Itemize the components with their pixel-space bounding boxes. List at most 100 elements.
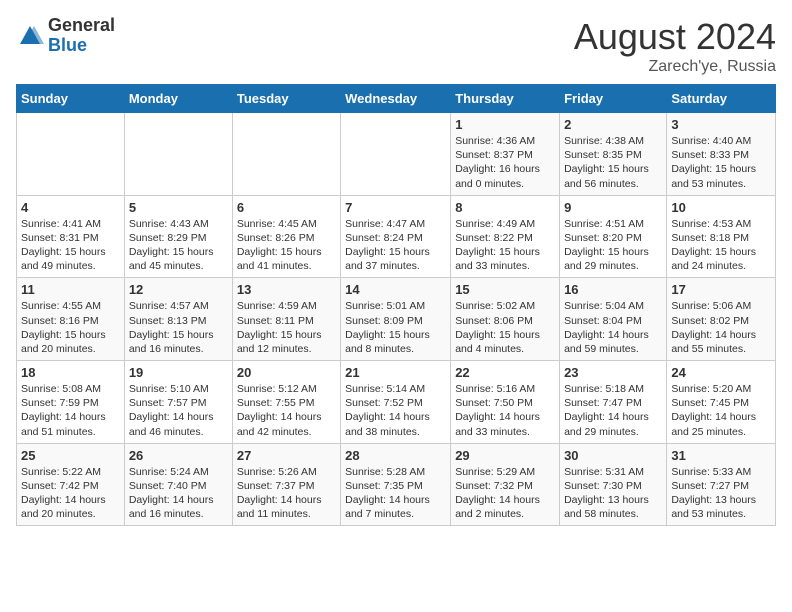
day-detail: Sunrise: 4:51 AM Sunset: 8:20 PM Dayligh… — [564, 217, 662, 274]
day-cell — [232, 113, 340, 196]
day-number: 29 — [455, 448, 555, 463]
day-detail: Sunrise: 4:47 AM Sunset: 8:24 PM Dayligh… — [345, 217, 446, 274]
logo-text: General Blue — [48, 16, 115, 56]
day-detail: Sunrise: 5:33 AM Sunset: 7:27 PM Dayligh… — [671, 465, 771, 522]
day-number: 31 — [671, 448, 771, 463]
day-cell: 11 Sunrise: 4:55 AM Sunset: 8:16 PM Dayli… — [17, 278, 125, 361]
day-number: 22 — [455, 365, 555, 380]
week-row-4: 18Sunrise: 5:08 AM Sunset: 7:59 PM Dayli… — [17, 361, 776, 444]
day-number: 17 — [671, 282, 771, 297]
day-number: 2 — [564, 117, 662, 132]
day-cell: 12 Sunrise: 4:57 AM Sunset: 8:13 PM Dayli… — [124, 278, 232, 361]
day-cell: 1 Sunrise: 4:36 AM Sunset: 8:37 PM Daylig… — [451, 113, 560, 196]
calendar-header: SundayMondayTuesdayWednesdayThursdayFrid… — [17, 85, 776, 113]
day-cell: 5Sunrise: 4:43 AM Sunset: 8:29 PM Daylig… — [124, 195, 232, 278]
day-detail: Sunrise: 5:04 AM Sunset: 8:04 PM Dayligh… — [564, 299, 662, 356]
day-cell: 6Sunrise: 4:45 AM Sunset: 8:26 PM Daylig… — [232, 195, 340, 278]
day-number: 15 — [455, 282, 555, 297]
day-cell: 8 Sunrise: 4:49 AM Sunset: 8:22 PM Daylig… — [451, 195, 560, 278]
header-day-tuesday: Tuesday — [232, 85, 340, 113]
day-cell — [17, 113, 125, 196]
day-detail: Sunrise: 4:40 AM Sunset: 8:33 PM Dayligh… — [671, 134, 771, 191]
month-year: August 2024 — [574, 16, 776, 58]
day-number: 19 — [129, 365, 228, 380]
day-number: 12 — [129, 282, 228, 297]
day-detail: Sunrise: 4:59 AM Sunset: 8:11 PM Dayligh… — [237, 299, 336, 356]
day-detail: Sunrise: 5:24 AM Sunset: 7:40 PM Dayligh… — [129, 465, 228, 522]
day-cell: 7 Sunrise: 4:47 AM Sunset: 8:24 PM Daylig… — [341, 195, 451, 278]
location: Zarech'ye, Russia — [574, 58, 776, 76]
logo-blue-text: Blue — [48, 36, 115, 56]
calendar-body: 1 Sunrise: 4:36 AM Sunset: 8:37 PM Daylig… — [17, 113, 776, 526]
day-detail: Sunrise: 5:10 AM Sunset: 7:57 PM Dayligh… — [129, 382, 228, 439]
day-cell: 13 Sunrise: 4:59 AM Sunset: 8:11 PM Dayli… — [232, 278, 340, 361]
day-number: 5 — [129, 200, 228, 215]
day-cell: 16 Sunrise: 5:04 AM Sunset: 8:04 PM Dayli… — [560, 278, 667, 361]
day-cell: 18Sunrise: 5:08 AM Sunset: 7:59 PM Dayli… — [17, 361, 125, 444]
day-cell: 21 Sunrise: 5:14 AM Sunset: 7:52 PM Dayli… — [341, 361, 451, 444]
day-cell: 15 Sunrise: 5:02 AM Sunset: 8:06 PM Dayli… — [451, 278, 560, 361]
day-cell — [124, 113, 232, 196]
day-cell: 3 Sunrise: 4:40 AM Sunset: 8:33 PM Daylig… — [667, 113, 776, 196]
day-number: 4 — [21, 200, 120, 215]
day-number: 21 — [345, 365, 446, 380]
day-number: 28 — [345, 448, 446, 463]
day-number: 8 — [455, 200, 555, 215]
day-number: 7 — [345, 200, 446, 215]
day-cell: 19 Sunrise: 5:10 AM Sunset: 7:57 PM Dayli… — [124, 361, 232, 444]
day-cell: 2 Sunrise: 4:38 AM Sunset: 8:35 PM Daylig… — [560, 113, 667, 196]
day-detail: Sunrise: 4:55 AM Sunset: 8:16 PM Dayligh… — [21, 299, 120, 356]
week-row-1: 1 Sunrise: 4:36 AM Sunset: 8:37 PM Daylig… — [17, 113, 776, 196]
day-detail: Sunrise: 5:22 AM Sunset: 7:42 PM Dayligh… — [21, 465, 120, 522]
calendar-table: SundayMondayTuesdayWednesdayThursdayFrid… — [16, 84, 776, 526]
header-day-wednesday: Wednesday — [341, 85, 451, 113]
day-number: 16 — [564, 282, 662, 297]
day-cell: 28 Sunrise: 5:28 AM Sunset: 7:35 PM Dayli… — [341, 443, 451, 526]
day-cell: 22 Sunrise: 5:16 AM Sunset: 7:50 PM Dayli… — [451, 361, 560, 444]
day-cell: 27Sunrise: 5:26 AM Sunset: 7:37 PM Dayli… — [232, 443, 340, 526]
day-cell: 14Sunrise: 5:01 AM Sunset: 8:09 PM Dayli… — [341, 278, 451, 361]
day-detail: Sunrise: 5:20 AM Sunset: 7:45 PM Dayligh… — [671, 382, 771, 439]
day-detail: Sunrise: 4:49 AM Sunset: 8:22 PM Dayligh… — [455, 217, 555, 274]
day-number: 18 — [21, 365, 120, 380]
week-row-3: 11 Sunrise: 4:55 AM Sunset: 8:16 PM Dayli… — [17, 278, 776, 361]
logo-general-text: General — [48, 16, 115, 36]
header-day-saturday: Saturday — [667, 85, 776, 113]
day-number: 3 — [671, 117, 771, 132]
day-detail: Sunrise: 4:38 AM Sunset: 8:35 PM Dayligh… — [564, 134, 662, 191]
day-number: 27 — [237, 448, 336, 463]
day-cell: 26Sunrise: 5:24 AM Sunset: 7:40 PM Dayli… — [124, 443, 232, 526]
header-row: SundayMondayTuesdayWednesdayThursdayFrid… — [17, 85, 776, 113]
day-cell: 20Sunrise: 5:12 AM Sunset: 7:55 PM Dayli… — [232, 361, 340, 444]
day-detail: Sunrise: 5:14 AM Sunset: 7:52 PM Dayligh… — [345, 382, 446, 439]
day-cell: 30Sunrise: 5:31 AM Sunset: 7:30 PM Dayli… — [560, 443, 667, 526]
day-number: 25 — [21, 448, 120, 463]
logo: General Blue — [16, 16, 115, 56]
title-block: August 2024 Zarech'ye, Russia — [574, 16, 776, 76]
day-cell: 23 Sunrise: 5:18 AM Sunset: 7:47 PM Dayli… — [560, 361, 667, 444]
day-number: 1 — [455, 117, 555, 132]
day-detail: Sunrise: 5:12 AM Sunset: 7:55 PM Dayligh… — [237, 382, 336, 439]
day-detail: Sunrise: 4:36 AM Sunset: 8:37 PM Dayligh… — [455, 134, 555, 191]
day-cell: 9Sunrise: 4:51 AM Sunset: 8:20 PM Daylig… — [560, 195, 667, 278]
day-detail: Sunrise: 5:28 AM Sunset: 7:35 PM Dayligh… — [345, 465, 446, 522]
day-detail: Sunrise: 5:16 AM Sunset: 7:50 PM Dayligh… — [455, 382, 555, 439]
day-cell: 25 Sunrise: 5:22 AM Sunset: 7:42 PM Dayli… — [17, 443, 125, 526]
day-cell — [341, 113, 451, 196]
day-detail: Sunrise: 5:02 AM Sunset: 8:06 PM Dayligh… — [455, 299, 555, 356]
day-detail: Sunrise: 4:57 AM Sunset: 8:13 PM Dayligh… — [129, 299, 228, 356]
day-cell: 4 Sunrise: 4:41 AM Sunset: 8:31 PM Daylig… — [17, 195, 125, 278]
day-detail: Sunrise: 4:41 AM Sunset: 8:31 PM Dayligh… — [21, 217, 120, 274]
day-number: 23 — [564, 365, 662, 380]
page-header: General Blue August 2024 Zarech'ye, Russ… — [16, 16, 776, 76]
day-number: 13 — [237, 282, 336, 297]
day-cell: 10Sunrise: 4:53 AM Sunset: 8:18 PM Dayli… — [667, 195, 776, 278]
day-number: 11 — [21, 282, 120, 297]
day-cell: 29Sunrise: 5:29 AM Sunset: 7:32 PM Dayli… — [451, 443, 560, 526]
day-detail: Sunrise: 4:53 AM Sunset: 8:18 PM Dayligh… — [671, 217, 771, 274]
day-detail: Sunrise: 4:45 AM Sunset: 8:26 PM Dayligh… — [237, 217, 336, 274]
logo-icon — [16, 22, 44, 50]
day-detail: Sunrise: 5:31 AM Sunset: 7:30 PM Dayligh… — [564, 465, 662, 522]
day-cell: 17Sunrise: 5:06 AM Sunset: 8:02 PM Dayli… — [667, 278, 776, 361]
day-detail: Sunrise: 5:18 AM Sunset: 7:47 PM Dayligh… — [564, 382, 662, 439]
